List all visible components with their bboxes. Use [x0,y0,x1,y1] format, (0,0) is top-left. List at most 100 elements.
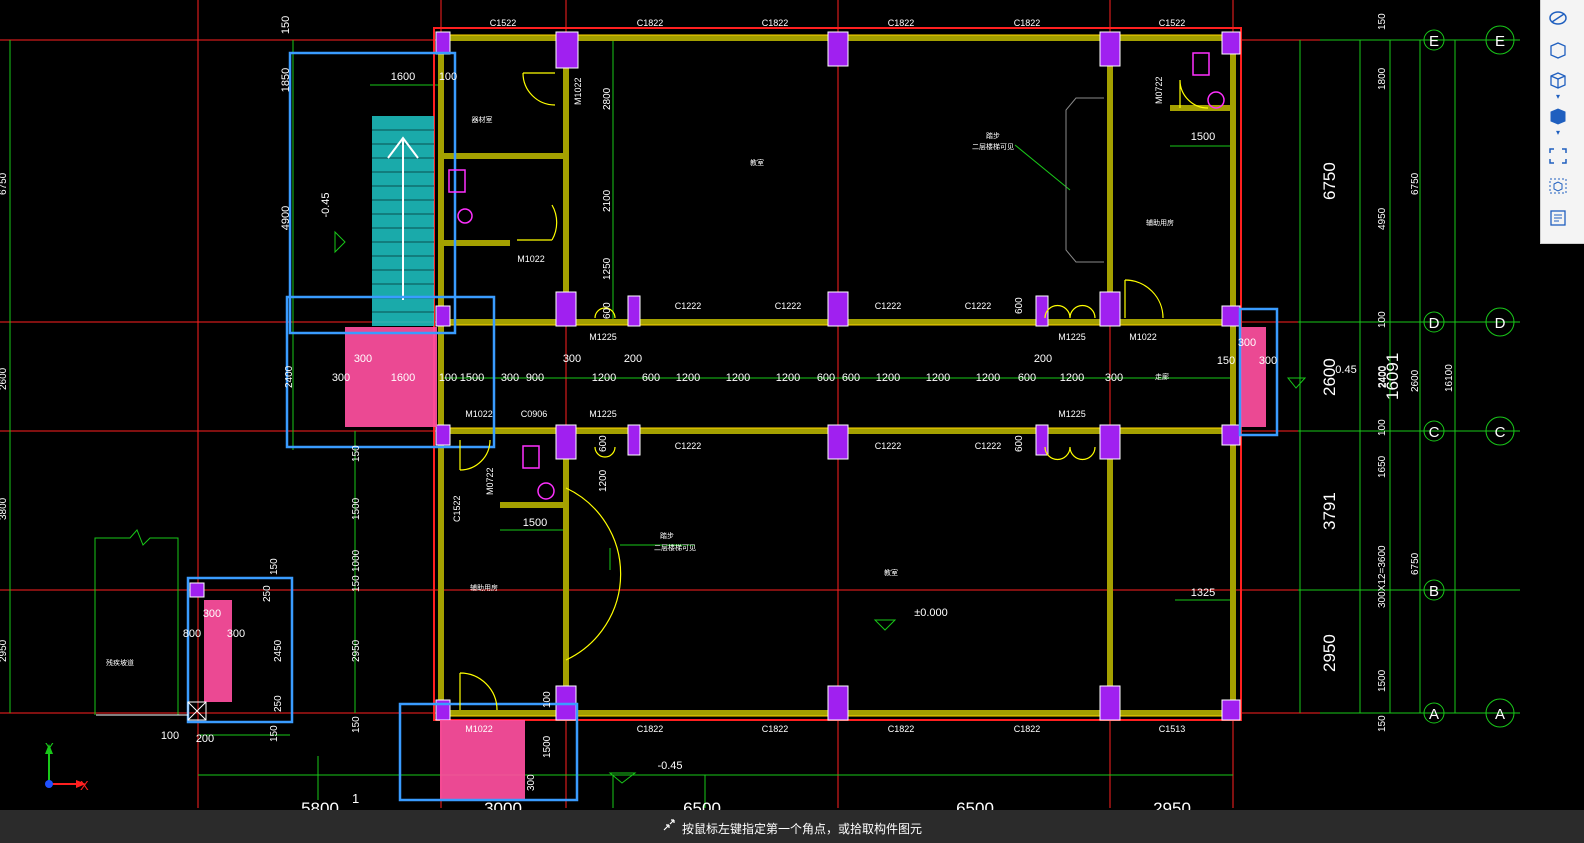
chevron-down-icon-2[interactable]: ▾ [1546,128,1570,138]
fit-window-icon[interactable] [1546,146,1570,168]
dim-bottom-small: 1 [352,791,359,806]
dim-v-15: 300 [526,774,537,791]
component-view-icon[interactable] [1546,176,1570,198]
door-label-m1022-vertical: M1022 [573,77,583,105]
dim-corr-8: 600 [642,372,660,384]
window-label-top-2: C1822 [637,18,664,28]
dim-v-3: 1000 [351,549,362,572]
dim-h-200: 200 [196,733,214,745]
dim-v-8: 2800 [602,87,613,110]
dim-corr-extra-4: 150 [1217,355,1235,367]
window-label-mid-4: C1222 [965,301,992,311]
dim-corr-extra-2: 200 [624,353,642,365]
dim-v-1: 150 [351,445,362,462]
dim-right-4: 2950 [1320,634,1339,672]
dim-corr-19: 300 [1105,372,1123,384]
dim-v-150: 150 [269,558,280,575]
window-label-bottom-1: C1822 [637,724,664,734]
door-label-m1022-d: M1022 [465,724,493,734]
note-stair-visible: 二层楼梯可见 [972,142,1014,151]
dim-stair-level: -0.45 [320,192,332,217]
window-label-mid-7: C1222 [975,441,1002,451]
window-label-c1522-side: C1522 [452,495,462,522]
dim-stair-width: 1600 [391,71,415,83]
dim-stair-100: 100 [439,71,457,83]
dim-v-7: 1200 [598,469,609,492]
axis-label-row-E-outer: E [1495,33,1505,50]
door-label-m1225-b: M1225 [1058,332,1086,342]
dim-corr-16: 1200 [976,372,1000,384]
view-toolbar: ▾ ▾ [1540,0,1584,244]
door-label-m0722-b: M0722 [485,467,495,495]
door-label-m1225-c: M1225 [589,409,617,419]
room-label-aux-2: 辅助用房 [470,583,498,592]
cad-drawing-canvas[interactable]: 1 2 3 5 6 E E D D C C B A A [0,0,1584,843]
dim-h-1500b: 1500 [523,517,547,529]
dim-v-2400: 2400 [284,365,295,388]
dim-left-3: 3800 [0,497,9,520]
3d-view-button[interactable] [1546,40,1570,62]
door-label-m1022-a: M1022 [517,254,545,264]
window-label-c0906: C0906 [521,409,548,419]
window-label-mid-1: C1222 [675,301,702,311]
dim-stair-4900: 4900 [280,206,292,230]
window-label-top-3: C1822 [762,18,789,28]
dim-h-100: 100 [161,730,179,742]
dim-v-9: 2100 [602,189,613,212]
dim-right-s10: 150 [1377,715,1388,732]
dim-corr-5: 300 [501,372,519,384]
properties-icon[interactable] [1546,208,1570,230]
dim-corr-extra-5: 300 [1238,337,1256,349]
room-label-corridor: 走廊 [1155,372,1169,381]
window-label-top-1: C1522 [490,18,517,28]
dim-right-side-3: 6750 [1410,552,1421,575]
dim-right-s8: 300X12=3600 [1377,545,1388,608]
dim-corr-17: 600 [1018,372,1036,384]
cube-filled-icon[interactable] [1546,106,1570,128]
room-label-storage: 器材室 [472,115,493,124]
room-label-ramp: 残疾坡道 [106,658,134,667]
dim-right-s7: 1650 [1377,455,1388,478]
dim-right-s9: 1500 [1377,669,1388,692]
door-label-m1225-d: M1225 [1058,409,1086,419]
dim-right-side-1: 6750 [1410,172,1421,195]
dim-stair-1850: 1850 [280,68,292,92]
ucs-label-x: X [80,778,89,793]
dim-corr-11: 1200 [776,372,800,384]
room-label-aux-1: 辅助用房 [1146,218,1174,227]
dim-right-s4: 100 [1377,311,1388,328]
staircase [372,116,434,326]
dim-left-2: 2600 [0,367,9,390]
dim-corr-extra-6: 300 [1259,355,1277,367]
chevron-down-icon[interactable]: ▾ [1546,92,1570,102]
dim-v-250: 250 [262,585,273,602]
window-label-mid-2: C1222 [775,301,802,311]
window-label-mid-6: C1222 [875,441,902,451]
dim-right-s3: 4950 [1377,207,1388,230]
level-p045: 0.45 [1335,364,1356,376]
dim-right-s6: 100 [1377,419,1388,436]
dim-corr-2: 1600 [391,372,415,384]
dim-corr-extra-3: 200 [1034,353,1052,365]
dim-v-10: 1250 [602,257,613,280]
dim-right-s2: 1800 [1377,67,1388,90]
dim-v-600a: 600 [1014,435,1025,452]
view-orbit-icon[interactable] [1546,8,1570,30]
dim-h-300b: 300 [227,628,245,640]
level-m045-bottom: -0.45 [657,760,682,772]
window-label-bottom-2: C1822 [762,724,789,734]
dim-corr-4: 1500 [460,372,484,384]
dim-corr-extra-1: 300 [354,353,372,365]
dim-h-300a: 300 [203,608,221,620]
dim-v-4: 150 [351,575,362,592]
door-label-m0722-a: M0722 [1154,76,1164,104]
ucs-label-y: Y [45,740,54,755]
room-label-office-top: 教室 [750,158,764,167]
dim-right-total-small: 16100 [1444,364,1455,392]
axis-label-row-A-outer: A [1495,706,1505,723]
cube-view-icon[interactable] [1546,70,1570,92]
dim-v-600b: 600 [598,435,609,452]
dim-right-1: 6750 [1320,162,1339,200]
pick-cursor-icon [663,819,675,831]
dim-v-14: 1500 [542,735,553,758]
